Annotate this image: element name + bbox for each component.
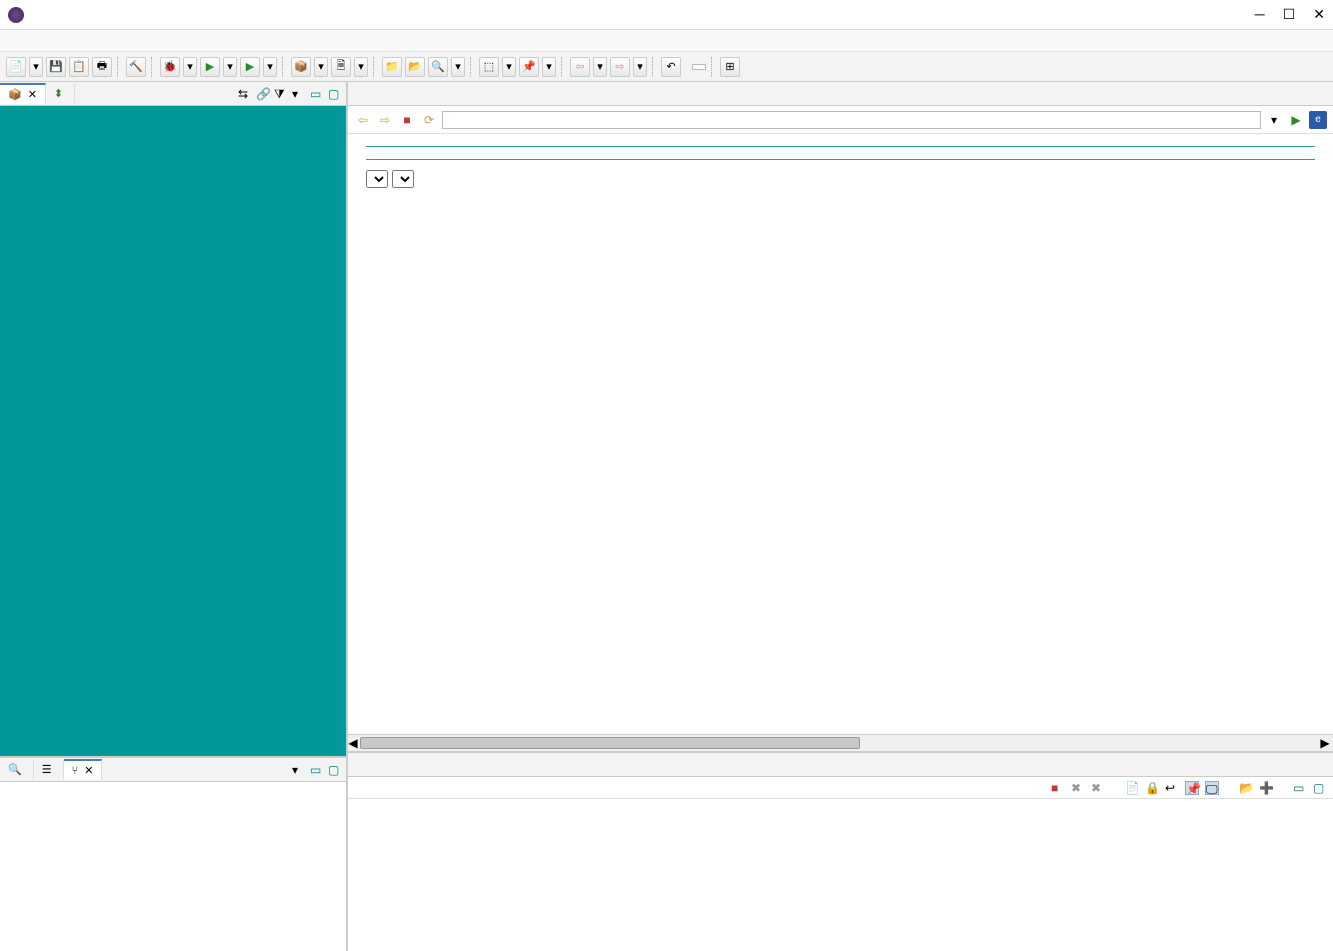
forward-button[interactable]: ⇨ (376, 111, 394, 129)
new-package-button[interactable]: 📦 (291, 57, 311, 77)
page-title (366, 146, 1315, 160)
maximize-icon[interactable]: ▢ (328, 763, 342, 777)
search-button[interactable]: 🔍 (428, 57, 448, 77)
dropdown-icon[interactable]: ▾ (633, 57, 647, 77)
new-button[interactable]: 📄 (6, 57, 26, 77)
nav-fwd-button[interactable]: ⇨ (610, 57, 630, 77)
minimize-icon[interactable]: ▭ (310, 763, 324, 777)
open-task-button[interactable]: 📂 (405, 57, 425, 77)
junit-tab[interactable]: ⬍ (46, 84, 75, 103)
main-toolbar: 📄 ▾ 💾 📋 🖶 🔨 🐞 ▾ ▶ ▾ ▶ ▾ 📦 ▾ 🗎 ▾ 📁 📂 🔍 ▾ … (0, 52, 1333, 82)
minimize-button[interactable]: ─ (1255, 6, 1265, 23)
new-console-button[interactable]: ➕ (1259, 781, 1273, 795)
pin-button[interactable]: 📌 (519, 57, 539, 77)
back-button[interactable]: ⇦ (354, 111, 372, 129)
minimize-icon[interactable]: ▭ (1293, 781, 1307, 795)
save-button[interactable]: 💾 (46, 57, 66, 77)
clear-button[interactable]: 📄 (1125, 781, 1139, 795)
console-output[interactable] (348, 799, 1333, 951)
new-class-button[interactable]: 🗎 (331, 57, 351, 77)
print-button[interactable]: 🖶 (92, 57, 112, 77)
menu-bar (0, 30, 1333, 52)
pin-console-button[interactable]: 📌 (1185, 781, 1199, 795)
window-titlebar: ─ ☐ ✕ (0, 0, 1333, 30)
interval-select[interactable] (392, 170, 414, 188)
refresh-button[interactable]: ⟳ (420, 111, 438, 129)
maximize-button[interactable]: ☐ (1283, 6, 1296, 23)
url-input[interactable] (442, 111, 1261, 129)
console-process-desc (352, 829, 1329, 833)
type-hierarchy-tab[interactable]: ⑂✕ (64, 759, 103, 780)
close-icon[interactable]: ✕ (84, 764, 93, 777)
remove-all-button[interactable]: ✖ (1091, 781, 1105, 795)
collapse-icon[interactable]: ⇆ (238, 87, 252, 101)
minimize-icon[interactable]: ▭ (310, 87, 324, 101)
menu-icon[interactable]: ▾ (292, 763, 306, 777)
editor-tabs (348, 82, 1333, 106)
dropdown-icon[interactable]: ▾ (502, 57, 516, 77)
dropdown-icon[interactable]: ▾ (263, 57, 277, 77)
eclipse-icon (8, 7, 24, 23)
open-type-button[interactable]: 📁 (382, 57, 402, 77)
temperature-chart (481, 228, 1201, 598)
stop-button[interactable]: ■ (398, 111, 416, 129)
prev-edit-button[interactable]: ↶ (661, 57, 681, 77)
open-perspective-button[interactable]: ⊞ (720, 57, 740, 77)
bottom-tabs (348, 753, 1333, 777)
menu-icon[interactable]: ▾ (292, 87, 306, 101)
toggle-button[interactable]: ⬚ (479, 57, 499, 77)
dropdown-icon[interactable]: ▾ (451, 57, 465, 77)
outline-tabs: 🔍 ☰ ⑂✕ ▾ ▭ ▢ (0, 758, 346, 782)
display-button[interactable]: 🖵 (1205, 781, 1219, 795)
dropdown-icon[interactable]: ▾ (183, 57, 197, 77)
hierarchy-icon: ⑂ (72, 765, 79, 777)
maximize-icon[interactable]: ▢ (328, 87, 342, 101)
debug-button[interactable]: 🐞 (160, 57, 180, 77)
package-icon: 📦 (8, 88, 22, 101)
dropdown-icon[interactable]: ▾ (29, 57, 43, 77)
type-hierarchy-placeholder (0, 782, 346, 798)
globe-icon[interactable]: e (1309, 111, 1327, 129)
browser-toolbar: ⇦ ⇨ ■ ⟳ ▾ ▶ e (348, 106, 1333, 134)
open-console-button[interactable]: 📂 (1239, 781, 1253, 795)
run-last-button[interactable]: ▶ (240, 57, 260, 77)
junit-icon: ⬍ (54, 87, 63, 100)
nav-back-button[interactable]: ⇦ (570, 57, 590, 77)
outline-tab[interactable]: ☰ (34, 760, 64, 779)
search-icon: 🔍 (8, 763, 22, 776)
horizontal-scrollbar[interactable]: ◀ ▶ (348, 734, 1333, 751)
console-toolbar: ■ ✖ ✖ 📄 🔒 ↩ 📌 🖵 📂 ➕ ▭ ▢ (348, 777, 1333, 799)
close-button[interactable]: ✕ (1313, 6, 1325, 23)
browser-pane[interactable] (348, 134, 1333, 734)
quick-access-input[interactable] (692, 64, 706, 70)
dropdown-icon[interactable]: ▾ (1265, 111, 1283, 129)
package-explorer[interactable] (0, 106, 346, 756)
package-explorer-tabs: 📦 ✕ ⬍ ⇆ 🔗 ⧩ ▾ ▭ ▢ (0, 82, 346, 106)
build-button[interactable]: 🔨 (126, 57, 146, 77)
dropdown-icon[interactable]: ▾ (314, 57, 328, 77)
dropdown-icon[interactable]: ▾ (542, 57, 556, 77)
scroll-lock-button[interactable]: 🔒 (1145, 781, 1159, 795)
word-wrap-button[interactable]: ↩ (1165, 781, 1179, 795)
sensor-type-select[interactable] (366, 170, 388, 188)
link-icon[interactable]: 🔗 (256, 87, 270, 101)
maximize-icon[interactable]: ▢ (1313, 781, 1327, 795)
run-button[interactable]: ▶ (200, 57, 220, 77)
dropdown-icon[interactable]: ▾ (354, 57, 368, 77)
terminate-button[interactable]: ■ (1051, 781, 1065, 795)
save-all-button[interactable]: 📋 (69, 57, 89, 77)
dropdown-icon[interactable]: ▾ (223, 57, 237, 77)
close-icon[interactable]: ✕ (28, 88, 37, 101)
go-button[interactable]: ▶ (1287, 111, 1305, 129)
search-tab[interactable]: 🔍 (0, 760, 34, 779)
remove-button[interactable]: ✖ (1071, 781, 1085, 795)
outline-icon: ☰ (42, 763, 52, 776)
dropdown-icon[interactable]: ▾ (593, 57, 607, 77)
package-explorer-tab[interactable]: 📦 ✕ (0, 83, 46, 104)
filter-icon[interactable]: ⧩ (274, 87, 288, 101)
